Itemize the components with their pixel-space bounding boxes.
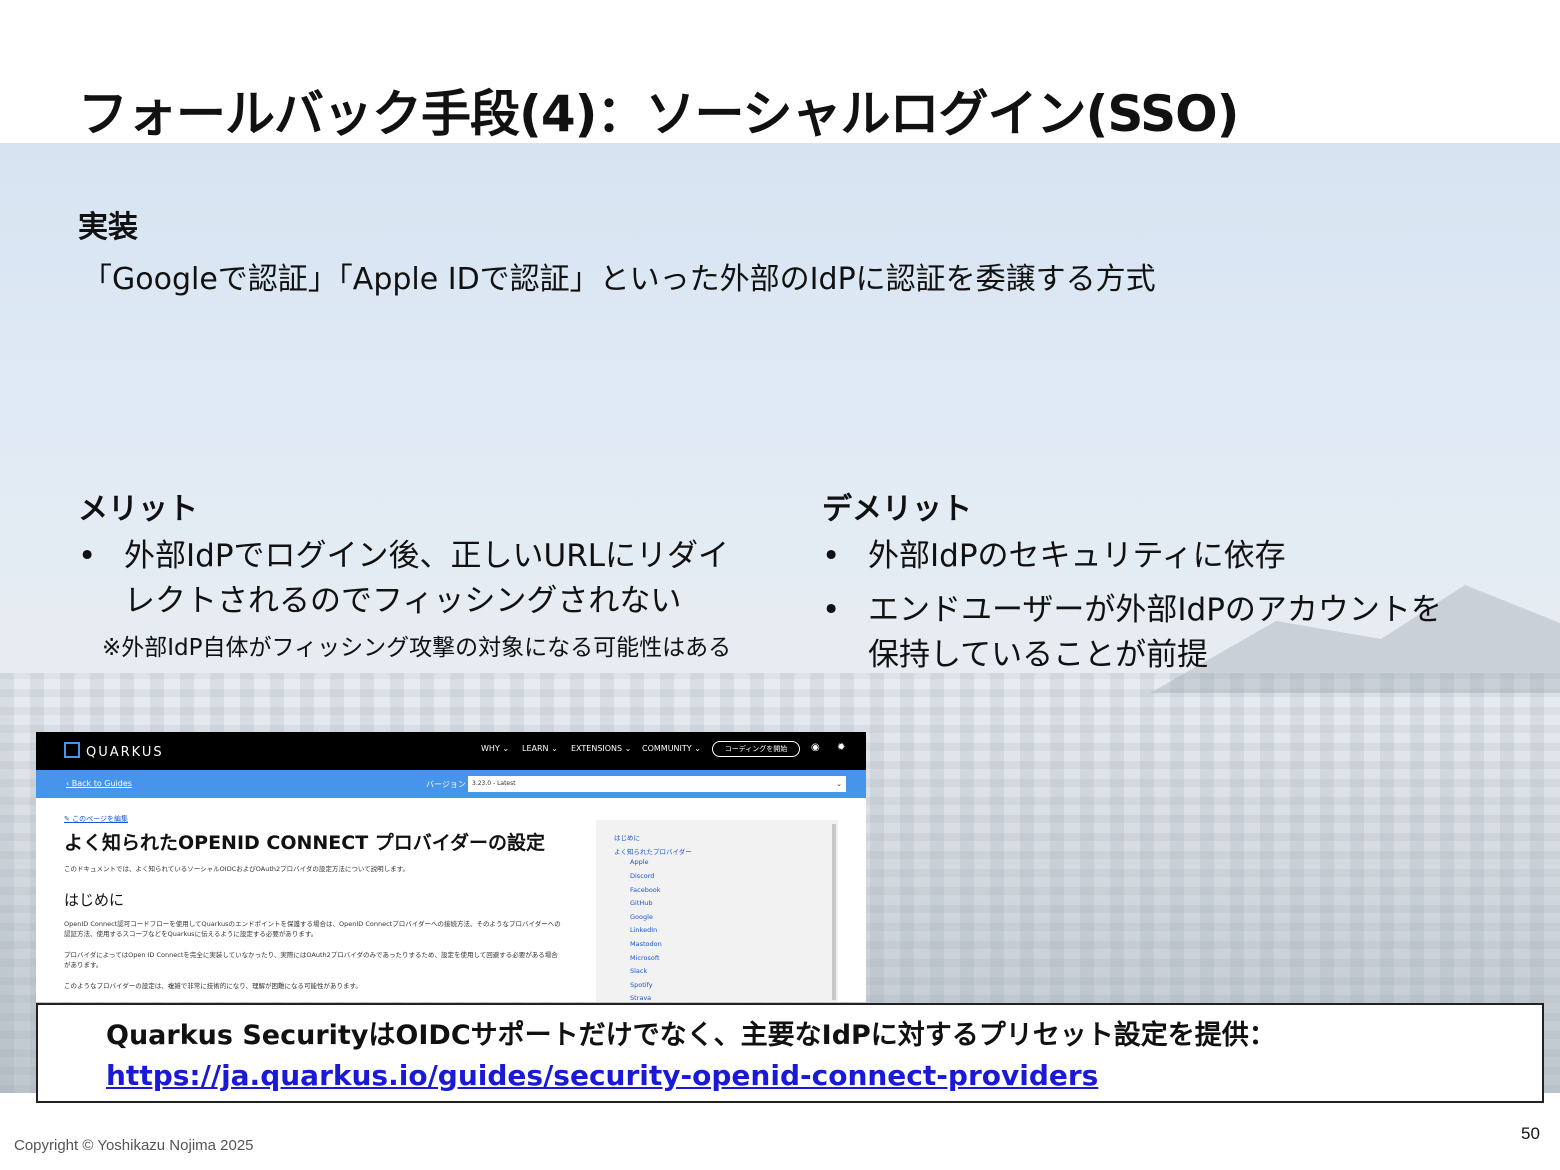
merit-heading: メリット bbox=[78, 492, 198, 527]
merit-bullet-line-2: レクトされるのでフィッシングされない bbox=[124, 583, 682, 619]
bullet-dot: • bbox=[822, 538, 841, 574]
guide-toolbar: ‹ Back to Guides バージョン 3.23.0 - Latest ⌄ bbox=[36, 770, 866, 798]
callout-box: Quarkus SecurityはOIDCサポートだけでなく、主要なIdPに対す… bbox=[36, 1003, 1544, 1103]
toc-item[interactable]: Facebook bbox=[630, 886, 661, 894]
toc-item[interactable]: よく知られたプロバイダー bbox=[614, 846, 692, 856]
theme-icon[interactable]: ✹ bbox=[837, 742, 845, 753]
toc-item[interactable]: Microsoft bbox=[630, 954, 660, 962]
chevron-down-icon: ⌄ bbox=[836, 780, 842, 788]
slide-title: フォールバック手段(4)：ソーシャルログイン(SSO) bbox=[78, 85, 1239, 143]
quarkus-navbar: QUARKUS WHY ⌄ LEARN ⌄ EXTENSIONS ⌄ COMMU… bbox=[36, 732, 866, 770]
toc-item[interactable]: Mastodon bbox=[630, 940, 662, 948]
guide-paragraph: があります。 bbox=[64, 961, 103, 969]
edit-page-link[interactable]: ✎ このページを編集 bbox=[64, 814, 128, 824]
toc-scrollbar[interactable] bbox=[832, 824, 836, 1000]
merit-note: ※外部IdP自体がフィッシング攻撃の対象になる可能性はある bbox=[102, 635, 732, 661]
guide-intro: このドキュメントでは、よく知られているソーシャルOIDCおよびOAuth2プロバ… bbox=[64, 865, 410, 873]
nav-item-extensions[interactable]: EXTENSIONS ⌄ bbox=[571, 744, 631, 753]
merit-bullet-text: 外部IdPでログイン後、正しいURLにリダイ レクトされるのでフィッシングされな… bbox=[124, 534, 729, 624]
impl-text: 「Googleで認証」「Apple IDで認証」といった外部のIdPに認証を委譲… bbox=[82, 262, 1156, 297]
bullet-dot: • bbox=[822, 592, 841, 628]
demerit-bullet: • エンドユーザーが外部IdPのアカウントを 保持していることが前提 bbox=[822, 588, 1522, 678]
start-coding-button[interactable]: コーディングを開始 bbox=[712, 741, 800, 757]
quarkus-logo-text: QUARKUS bbox=[86, 745, 164, 760]
nav-item-learn[interactable]: LEARN ⌄ bbox=[522, 744, 558, 753]
demerit-bullet-text: エンドユーザーが外部IdPのアカウントを 保持していることが前提 bbox=[868, 588, 1442, 678]
guide-paragraph: 認証方法、使用するスコープなどをQuarkusに伝えるように設定する必要がありま… bbox=[64, 930, 318, 938]
guide-paragraph: プロバイダによってはOpen ID Connectを完全に実装していなかったり、… bbox=[64, 951, 558, 959]
version-select[interactable]: 3.23.0 - Latest ⌄ bbox=[468, 776, 846, 792]
page-number: 50 bbox=[1521, 1124, 1540, 1143]
version-label: バージョン bbox=[426, 780, 466, 789]
quarkus-logo[interactable]: QUARKUS bbox=[64, 742, 164, 760]
toc-item[interactable]: Discord bbox=[630, 872, 654, 880]
table-of-contents: はじめに よく知られたプロバイダー Apple Discord Facebook… bbox=[596, 820, 838, 1002]
toc-item[interactable]: GitHub bbox=[630, 899, 653, 907]
callout-text: Quarkus SecurityはOIDCサポートだけでなく、主要なIdPに対す… bbox=[106, 1020, 1276, 1051]
toc-item[interactable]: Google bbox=[630, 913, 653, 921]
nav-item-community[interactable]: COMMUNITY ⌄ bbox=[642, 744, 701, 753]
guide-heading: よく知られたOPENID CONNECT プロバイダーの設定 bbox=[64, 832, 546, 854]
demerit-bullet-line-1: エンドユーザーが外部IdPのアカウントを bbox=[868, 592, 1442, 628]
callout-link[interactable]: https://ja.quarkus.io/guides/security-op… bbox=[106, 1059, 1098, 1092]
quarkus-guide-screenshot: QUARKUS WHY ⌄ LEARN ⌄ EXTENSIONS ⌄ COMMU… bbox=[36, 732, 866, 1002]
demerit-bullet-text: 外部IdPのセキュリティに依存 bbox=[868, 538, 1286, 574]
back-to-guides-link[interactable]: ‹ Back to Guides bbox=[66, 779, 132, 788]
bullet-dot: • bbox=[78, 538, 97, 574]
toc-item[interactable]: Strava bbox=[630, 994, 651, 1002]
globe-icon[interactable]: ◉ bbox=[811, 742, 820, 753]
toc-item[interactable]: Spotify bbox=[630, 981, 653, 989]
copyright: Copyright © Yoshikazu Nojima 2025 bbox=[14, 1137, 254, 1154]
merit-bullet-line-1: 外部IdPでログイン後、正しいURLにリダイ bbox=[124, 538, 730, 574]
toc-item[interactable]: LinkedIn bbox=[630, 926, 657, 934]
merit-bullet: • 外部IdPでログイン後、正しいURLにリダイ レクトされるのでフィッシングさ… bbox=[78, 534, 778, 624]
toc-item[interactable]: Slack bbox=[630, 967, 647, 975]
demerit-heading: デメリット bbox=[822, 492, 972, 527]
demerit-bullet-line-2: 保持していることが前提 bbox=[868, 637, 1209, 673]
quarkus-logo-icon bbox=[64, 742, 80, 758]
nav-item-why[interactable]: WHY ⌄ bbox=[481, 744, 509, 753]
guide-paragraph: OpenID Connect認可コードフローを使用してQuarkusのエンドポイ… bbox=[64, 920, 561, 928]
guide-paragraph: このようなプロバイダーの設定は、複雑で非常に技術的になり、理解が困難になる可能性… bbox=[64, 982, 362, 990]
demerit-bullet: • 外部IdPのセキュリティに依存 bbox=[822, 534, 1522, 579]
guide-section-heading: はじめに bbox=[64, 891, 125, 909]
impl-heading: 実装 bbox=[78, 210, 138, 245]
toc-item[interactable]: はじめに bbox=[614, 832, 640, 842]
toc-item[interactable]: Apple bbox=[630, 858, 649, 866]
